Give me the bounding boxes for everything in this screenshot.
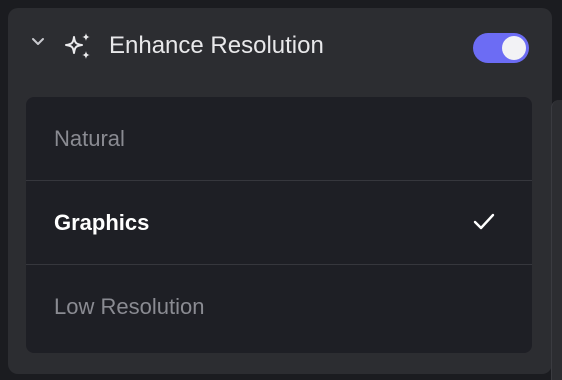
option-label: Low Resolution <box>54 294 205 319</box>
section-header[interactable]: Enhance Resolution <box>8 8 552 88</box>
checkmark-icon <box>473 213 495 230</box>
enhance-resolution-panel: Enhance Resolution Natural Graphics Low … <box>8 8 552 374</box>
chevron-down-icon[interactable] <box>30 34 46 50</box>
scrollbar[interactable] <box>551 100 562 380</box>
option-low-resolution[interactable]: Low Resolution <box>26 265 532 348</box>
section-title: Enhance Resolution <box>109 32 324 59</box>
option-label: Natural <box>54 126 125 151</box>
option-label: Graphics <box>54 210 150 235</box>
option-graphics[interactable]: Graphics <box>26 181 532 264</box>
resolution-options-list: Natural Graphics Low Resolution <box>26 97 532 353</box>
enhance-toggle[interactable] <box>473 33 529 63</box>
sparkle-icon <box>65 33 90 59</box>
toggle-knob <box>502 36 526 60</box>
option-natural[interactable]: Natural <box>26 97 532 180</box>
